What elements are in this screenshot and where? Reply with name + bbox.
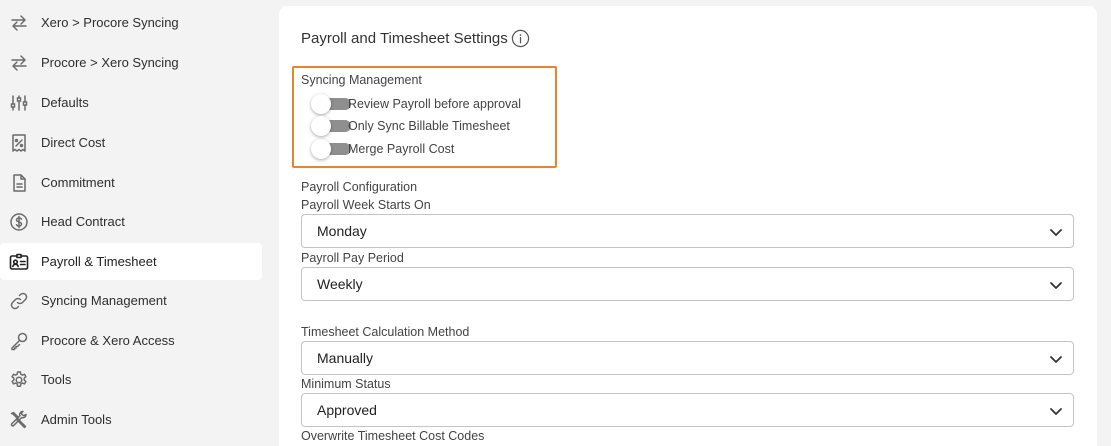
overwrite-timesheet-cost-codes-label: Overwrite Timesheet Cost Codes xyxy=(301,429,485,443)
chevron-down-icon xyxy=(1050,356,1062,363)
sidebar-item-label: Admin Tools xyxy=(41,412,112,427)
document-icon xyxy=(9,173,29,193)
toggle-knob xyxy=(311,139,331,159)
sidebar-item-label: Procore > Xero Syncing xyxy=(41,55,179,70)
only-sync-billable-toggle[interactable] xyxy=(311,116,351,136)
settings-card: Payroll and Timesheet Settings Syncing M… xyxy=(279,6,1097,446)
toggle-row-review-payroll: Review Payroll before approval xyxy=(311,94,521,114)
sidebar-item-admin-tools[interactable]: Admin Tools xyxy=(0,401,262,438)
timesheet-calc-method-select[interactable]: Manually xyxy=(301,341,1074,375)
chevron-down-icon xyxy=(1050,282,1062,289)
toggle-label: Only Sync Billable Timesheet xyxy=(348,119,510,133)
chevron-down-icon xyxy=(1050,408,1062,415)
minimum-status-select[interactable]: Approved xyxy=(301,393,1074,427)
sidebar-item-defaults[interactable]: Defaults xyxy=(0,84,262,121)
sidebar-item-head-contract[interactable]: Head Contract xyxy=(0,203,262,240)
sidebar-item-commitment[interactable]: Commitment xyxy=(0,164,262,201)
sidebar-item-label: Tools xyxy=(41,372,72,387)
syncing-management-highlight: Syncing Management Review Payroll before… xyxy=(292,66,557,168)
minimum-status-label: Minimum Status xyxy=(301,377,391,391)
swap-arrows-icon xyxy=(9,53,29,73)
sidebar-item-label: Direct Cost xyxy=(41,135,106,150)
toggle-knob xyxy=(311,94,331,114)
swap-arrows-icon xyxy=(9,13,29,33)
select-value: Weekly xyxy=(317,276,363,292)
payroll-week-starts-label: Payroll Week Starts On xyxy=(301,198,431,212)
sidebar-item-label: Commitment xyxy=(41,175,115,190)
syncing-management-label: Syncing Management xyxy=(301,73,422,87)
toggle-row-merge-payroll-cost: Merge Payroll Cost xyxy=(311,139,454,159)
sidebar-item-procore-to-xero-syncing[interactable]: Procore > Xero Syncing xyxy=(0,44,262,81)
gear-icon xyxy=(9,370,29,390)
sidebar-item-label: Payroll & Timesheet xyxy=(41,254,157,269)
sidebar-item-direct-cost[interactable]: Direct Cost xyxy=(0,124,262,161)
sidebar-item-label: Head Contract xyxy=(41,214,125,229)
sidebar: Xero > Procore Syncing Procore > Xero Sy… xyxy=(0,0,270,446)
percent-receipt-icon xyxy=(9,133,29,153)
payroll-configuration-label: Payroll Configuration xyxy=(301,180,418,194)
key-icon xyxy=(9,331,29,351)
merge-payroll-cost-toggle[interactable] xyxy=(311,139,351,159)
review-payroll-toggle[interactable] xyxy=(311,94,351,114)
chevron-down-icon xyxy=(1050,229,1062,236)
sliders-icon xyxy=(9,93,29,113)
payroll-week-starts-select[interactable]: Monday xyxy=(301,214,1074,248)
select-value: Manually xyxy=(317,350,374,366)
sidebar-item-label: Xero > Procore Syncing xyxy=(41,15,179,30)
page-title: Payroll and Timesheet Settings xyxy=(301,30,508,47)
payroll-pay-period-select[interactable]: Weekly xyxy=(301,267,1074,301)
sidebar-item-xero-to-procore-syncing[interactable]: Xero > Procore Syncing xyxy=(0,4,262,41)
dollar-circle-icon xyxy=(9,212,29,232)
sidebar-item-label: Syncing Management xyxy=(41,293,167,308)
timesheet-calc-method-label: Timesheet Calculation Method xyxy=(301,325,470,339)
select-value: Approved xyxy=(317,402,377,418)
sidebar-item-procore-xero-access[interactable]: Procore & Xero Access xyxy=(0,322,262,359)
sidebar-item-tools[interactable]: Tools xyxy=(0,361,262,398)
sidebar-item-payroll-timesheet[interactable]: Payroll & Timesheet xyxy=(0,243,262,280)
id-card-icon xyxy=(9,252,29,272)
info-icon[interactable] xyxy=(511,29,530,48)
toggle-label: Review Payroll before approval xyxy=(348,97,522,111)
sidebar-item-label: Defaults xyxy=(41,95,89,110)
wrench-screwdriver-icon xyxy=(9,410,29,430)
select-value: Monday xyxy=(317,223,367,239)
toggle-row-only-sync-billable: Only Sync Billable Timesheet xyxy=(311,116,510,136)
toggle-knob xyxy=(311,116,331,136)
link-icon xyxy=(9,291,29,311)
toggle-label: Merge Payroll Cost xyxy=(348,142,455,156)
sidebar-item-syncing-management[interactable]: Syncing Management xyxy=(0,282,262,319)
payroll-pay-period-label: Payroll Pay Period xyxy=(301,251,404,265)
sidebar-item-label: Procore & Xero Access xyxy=(41,333,175,348)
